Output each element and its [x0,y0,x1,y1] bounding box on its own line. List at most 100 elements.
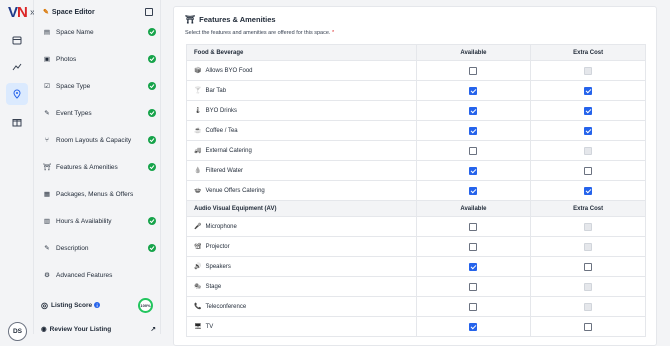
amenities-table: Food & Beverage Available Extra Cost 📦 Allow… [186,44,646,337]
extra-cost-checkbox [584,242,593,251]
sidebar-item-label: Space Name [56,28,94,36]
available-checkbox[interactable] [469,322,478,331]
trend-icon[interactable] [9,59,25,75]
sidebar-item-label: Packages, Menus & Offers [56,190,134,198]
extra-cost-checkbox[interactable] [584,166,593,175]
avatar[interactable]: DS [8,322,27,341]
page-title: ⛩ Features & Amenities [185,15,276,24]
location-pin-icon[interactable] [6,83,28,105]
available-checkbox[interactable] [469,86,478,95]
logo[interactable]: VN [8,4,28,21]
check-icon [148,82,156,90]
amenity-icon: 📞 [194,304,202,310]
check-circle-icon: ◎ [41,300,48,310]
table-row: 📽 Projector [186,236,646,257]
sidebar-item[interactable]: ✎ Event Types [41,105,156,121]
info-icon[interactable]: i [94,302,101,308]
sidebar-item[interactable]: ▦ Packages, Menus & Offers [41,186,156,202]
icon-rail: VN » DS [0,0,36,341]
extra-cost-checkbox[interactable] [584,126,593,135]
table-row: 💧 Filtered Water [186,160,646,181]
extra-cost-checkbox [584,302,593,311]
package-icon: ▦ [43,191,51,198]
amenity-label: Venue Offers Catering [205,187,265,194]
amenity-label: Coffee / Tea [205,127,238,134]
gift-icon[interactable] [9,114,25,130]
table-row: ☕ Coffee / Tea [186,120,646,141]
pencil-icon: ✎ [44,245,50,252]
table-row: 🔊 Speakers [186,256,646,277]
check-icon [148,55,156,63]
sidebar-item-label: Space Type [56,82,91,90]
extra-cost-checkbox[interactable] [584,106,593,115]
available-checkbox[interactable] [469,186,478,195]
amenity-icon: 🌡 [194,108,202,114]
available-checkbox[interactable] [469,242,478,251]
amenity-icon: 🚚 [194,148,202,154]
collapse-panel-icon[interactable] [145,8,153,16]
check-icon [148,136,156,144]
available-checkbox[interactable] [469,106,478,115]
extra-cost-checkbox[interactable] [584,262,593,271]
sidebar-item[interactable]: ⑂ Room Layouts & Capacity [41,132,156,148]
amenities-icon: ⛩ [42,164,52,171]
page-subtitle: Select the features and amenities are of… [185,30,335,36]
editor-panel: ✎ Space Editor ▤ Space Name ▣ Photos ☑ Space T… [34,0,161,334]
image-icon: ▣ [43,56,51,63]
calendar-icon: ▥ [43,218,51,225]
table-row: 🎭 Stage [186,276,646,297]
column-available: Available [415,44,532,61]
amenity-label: Allows BYO Food [205,67,253,74]
sidebar-item[interactable]: ▥ Hours & Availability [41,213,156,229]
section-heading: Audio Visual Equipment (AV) [186,200,417,217]
check-icon [148,244,156,252]
amenity-icon: 📽 [194,244,202,250]
sidebar-item-label: Room Layouts & Capacity [56,136,132,144]
eye-icon: ◉ [41,326,47,333]
available-checkbox[interactable] [469,302,478,311]
sidebar-item[interactable]: ▣ Photos [41,51,156,67]
sidebar-item[interactable]: ⚙ Advanced Features [41,267,156,283]
sidebar-item-label: Features & Amenities [56,163,118,171]
sidebar-item-label: Advanced Features [56,271,113,279]
available-checkbox[interactable] [469,222,478,231]
extra-cost-checkbox[interactable] [584,322,593,331]
available-checkbox[interactable] [469,126,478,135]
edit-square-icon: ☑ [44,83,50,90]
external-link-icon: ↗ [150,326,156,333]
check-icon [148,217,156,225]
amenity-icon: 🍲 [194,188,202,194]
available-checkbox[interactable] [469,66,478,75]
amenity-label: External Catering [205,147,252,154]
extra-cost-checkbox [584,146,593,155]
extra-cost-checkbox [584,282,593,291]
table-row: 🎤 Microphone [186,216,646,237]
section-heading: Food & Beverage [186,44,417,61]
extra-cost-checkbox[interactable] [584,186,593,195]
amenity-icon: 🎤 [194,224,202,230]
amenity-icon: 📦 [194,68,202,74]
amenity-icon: 🖥 [194,324,202,330]
sidebar-item-label: Photos [56,55,77,63]
calendar-icon[interactable] [9,32,25,48]
sidebar-item[interactable]: ▤ Space Name [41,24,156,40]
amenity-label: Microphone [205,223,237,230]
amenity-label: Bar Tab [205,87,227,94]
extra-cost-checkbox[interactable] [584,86,593,95]
settings-icon: ⚙ [44,272,50,279]
sidebar-item[interactable]: ☑ Space Type [41,78,156,94]
available-checkbox[interactable] [469,282,478,291]
amenity-icon: 💧 [194,168,202,174]
amenity-label: Teleconference [205,303,247,310]
table-row: 📦 Allows BYO Food [186,60,646,81]
available-checkbox[interactable] [469,146,478,155]
section-header: Audio Visual Equipment (AV) Available Extr… [186,200,646,217]
sidebar-item[interactable]: ⛩ Features & Amenities [41,159,156,175]
amenity-icon: 🎭 [194,284,202,290]
column-extra-cost: Extra Cost [530,200,646,217]
available-checkbox[interactable] [469,262,478,271]
sidebar-item[interactable]: ✎ Description [41,240,156,256]
available-checkbox[interactable] [469,166,478,175]
amenity-label: BYO Drinks [205,107,237,114]
check-icon [148,163,156,171]
